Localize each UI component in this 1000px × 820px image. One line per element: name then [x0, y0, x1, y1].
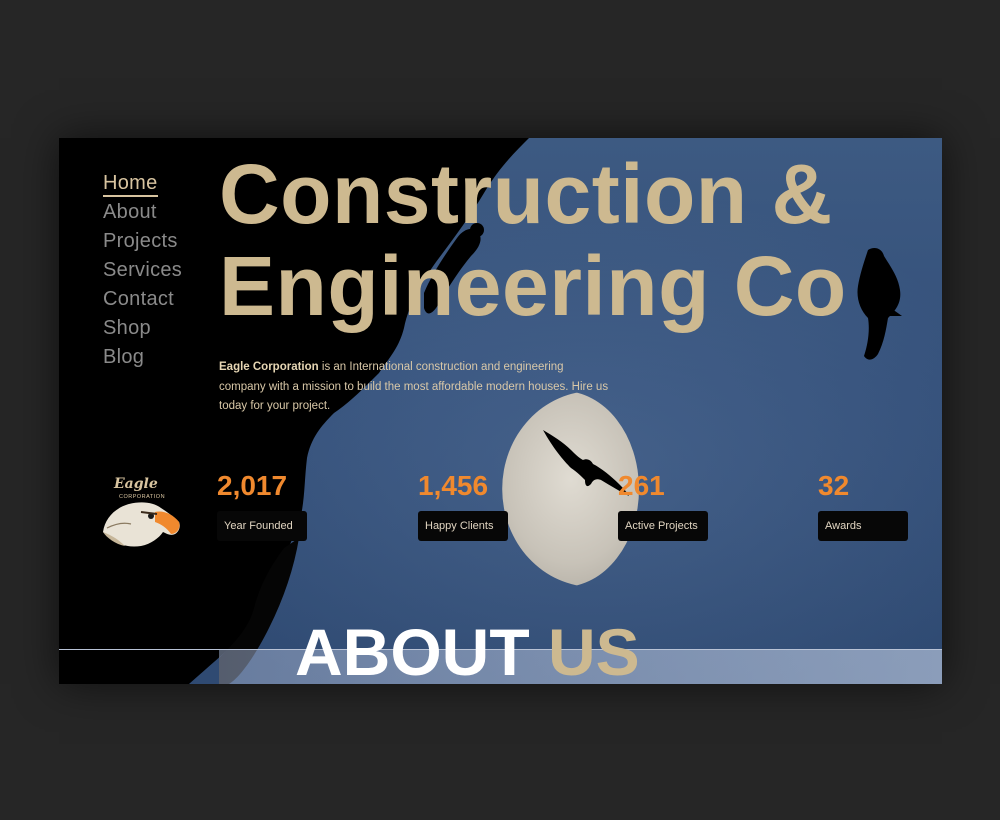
us-word: US	[548, 615, 640, 684]
nav-item-home[interactable]: Home	[103, 172, 182, 197]
nav-item-label: Blog	[103, 346, 145, 368]
nav-item-about[interactable]: About	[103, 201, 182, 224]
stat-value: 2,017	[217, 470, 288, 501]
stat-label: Active Projects	[618, 511, 708, 541]
main-nav: Home About Projects Services Contact Sho…	[103, 172, 182, 369]
nav-item-projects[interactable]: Projects	[103, 230, 182, 253]
nav-item-label: Shop	[103, 317, 151, 339]
stat-label: Year Founded	[217, 511, 307, 541]
nav-item-label: Home	[103, 172, 158, 197]
nav-item-label: About	[103, 201, 157, 223]
hero-title: Construction & Engineering Co	[219, 148, 847, 332]
nav-item-label: Contact	[103, 288, 175, 310]
company-name: Eagle Corporation	[219, 361, 319, 373]
stat-year-founded: 2,017 Year Founded	[217, 470, 307, 541]
eagle-head-icon	[103, 502, 180, 547]
stat-value: 32	[818, 470, 850, 501]
hero-title-line2: Engineering Co	[219, 239, 847, 333]
nav-item-blog[interactable]: Blog	[103, 346, 182, 369]
nav-item-label: Services	[103, 259, 183, 281]
stat-value: 261	[618, 470, 665, 501]
perched-eagle-icon	[857, 248, 902, 360]
stat-happy-clients: 1,456 Happy Clients	[418, 470, 508, 541]
hero-title-line1: Construction &	[219, 147, 833, 241]
stat-active-projects: 261 Active Projects	[618, 470, 708, 541]
nav-item-services[interactable]: Services	[103, 259, 182, 282]
stat-label: Happy Clients	[418, 511, 508, 541]
nav-item-label: Projects	[103, 230, 178, 252]
stat-label: Awards	[818, 511, 908, 541]
about-heading: ABOUT US	[295, 614, 640, 684]
stat-value: 1,456	[418, 470, 489, 501]
hero-section: Home About Projects Services Contact Sho…	[59, 138, 942, 684]
about-word: ABOUT	[295, 615, 530, 684]
stat-awards: 32 Awards	[818, 470, 908, 541]
company-logo[interactable]: Eagle CORPORATION	[97, 476, 187, 556]
nav-item-contact[interactable]: Contact	[103, 288, 182, 311]
nav-item-shop[interactable]: Shop	[103, 317, 182, 340]
hero-description: Eagle Corporation is an International co…	[219, 358, 609, 417]
